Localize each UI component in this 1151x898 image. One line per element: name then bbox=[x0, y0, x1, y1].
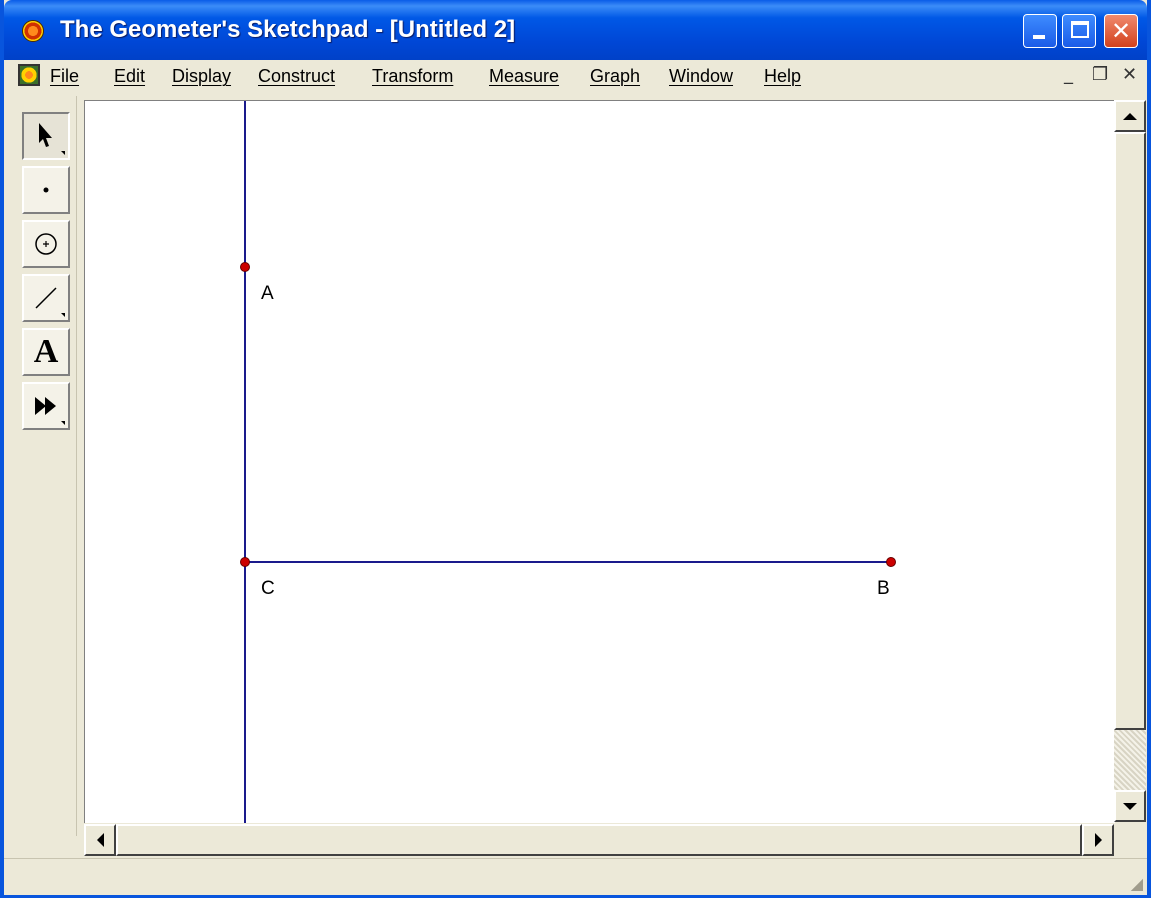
vertical-scroll-thumb[interactable] bbox=[1114, 132, 1146, 730]
tool-options-indicator-icon bbox=[61, 313, 65, 317]
selection-arrow-tool[interactable] bbox=[22, 112, 70, 160]
vertical-scrollbar[interactable] bbox=[1114, 100, 1146, 822]
point-tool[interactable] bbox=[22, 166, 70, 214]
arrow-left-icon bbox=[96, 833, 104, 847]
menu-bar: File Edit Display Construct Transform Me… bbox=[4, 60, 1147, 92]
segment-icon bbox=[35, 287, 57, 309]
menu-transform[interactable]: Transform bbox=[372, 66, 453, 87]
title-bar[interactable]: The Geometer's Sketchpad - [Untitled 2] … bbox=[4, 0, 1147, 60]
fast-forward-icon bbox=[35, 397, 56, 415]
scroll-up-button[interactable] bbox=[1114, 100, 1146, 132]
point-c[interactable] bbox=[240, 557, 250, 567]
mdi-close-button[interactable]: ✕ bbox=[1122, 64, 1137, 85]
menu-window[interactable]: Window bbox=[669, 66, 733, 87]
close-icon: ✕ bbox=[1111, 17, 1132, 45]
mdi-minimize-button[interactable]: _ bbox=[1064, 64, 1073, 85]
window-title: The Geometer's Sketchpad - [Untitled 2] bbox=[60, 16, 516, 43]
menu-construct[interactable]: Construct bbox=[258, 66, 335, 87]
text-icon: A bbox=[33, 333, 59, 370]
sketch-canvas[interactable]: A C B bbox=[84, 100, 1115, 823]
tool-options-indicator-icon bbox=[61, 421, 65, 425]
horizontal-scroll-thumb[interactable] bbox=[116, 824, 1082, 856]
scroll-left-button[interactable] bbox=[84, 824, 116, 856]
label-c[interactable]: C bbox=[261, 578, 275, 599]
app-window: The Geometer's Sketchpad - [Untitled 2] … bbox=[0, 0, 1151, 898]
label-a[interactable]: A bbox=[261, 283, 274, 304]
menu-measure[interactable]: Measure bbox=[489, 66, 559, 87]
maximize-icon bbox=[1071, 21, 1089, 38]
close-button[interactable]: ✕ bbox=[1104, 14, 1138, 48]
menu-graph[interactable]: Graph bbox=[590, 66, 640, 87]
compass-tool[interactable] bbox=[22, 220, 70, 268]
custom-tool[interactable] bbox=[22, 382, 70, 430]
minimize-icon bbox=[1033, 35, 1045, 39]
status-bar: ◢ bbox=[4, 858, 1147, 895]
point-icon bbox=[43, 187, 49, 193]
scroll-down-button[interactable] bbox=[1114, 790, 1146, 822]
arrow-up-icon bbox=[1123, 112, 1137, 120]
menu-display[interactable]: Display bbox=[172, 66, 231, 87]
point-a[interactable] bbox=[240, 262, 250, 272]
toolbox: A bbox=[14, 96, 77, 836]
maximize-button[interactable] bbox=[1062, 14, 1096, 48]
resize-grip-icon[interactable]: ◢ bbox=[1131, 874, 1143, 893]
mdi-restore-button[interactable]: ❐ bbox=[1092, 64, 1108, 85]
sketchpad-app-icon[interactable] bbox=[22, 20, 44, 42]
arrow-cursor-icon bbox=[39, 123, 52, 147]
horizontal-scrollbar[interactable] bbox=[84, 824, 1114, 856]
scroll-right-button[interactable] bbox=[1082, 824, 1114, 856]
menu-file[interactable]: File bbox=[50, 66, 79, 87]
minimize-button[interactable] bbox=[1023, 14, 1057, 48]
text-tool[interactable]: A bbox=[22, 328, 70, 376]
point-b[interactable] bbox=[886, 557, 896, 567]
menu-edit[interactable]: Edit bbox=[114, 66, 145, 87]
menu-help[interactable]: Help bbox=[764, 66, 801, 87]
arrow-right-icon bbox=[1094, 833, 1102, 847]
sketch-drawing: A C B bbox=[240, 101, 896, 823]
circle-icon bbox=[35, 233, 57, 255]
arrow-down-icon bbox=[1123, 802, 1137, 810]
label-b[interactable]: B bbox=[877, 578, 890, 599]
document-icon[interactable] bbox=[18, 64, 40, 86]
tool-options-indicator-icon bbox=[61, 151, 65, 155]
document-area: A A C B bbox=[10, 96, 1146, 858]
straightedge-tool[interactable] bbox=[22, 274, 70, 322]
